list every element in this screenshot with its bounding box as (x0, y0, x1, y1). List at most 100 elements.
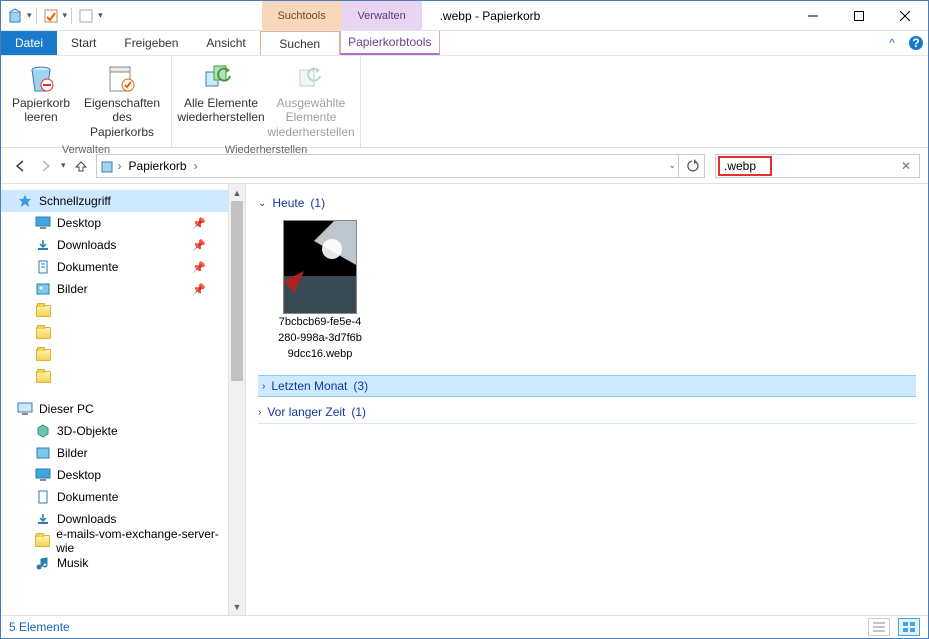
sidebar-item-desktop[interactable]: Desktop (1, 464, 228, 486)
search-input[interactable] (720, 159, 897, 173)
pc-icon (17, 401, 33, 417)
label: Alle Elemente (184, 96, 258, 110)
file-item[interactable]: 7bcbcb69-fe5e-4 280-998a-3d7f6b 9dcc16.w… (268, 220, 372, 361)
search-box[interactable]: ✕ (715, 154, 920, 178)
sidebar-item-desktop[interactable]: Desktop 📌 (1, 212, 228, 234)
svg-text:?: ? (912, 36, 919, 50)
history-dropdown-icon[interactable]: ▾ (61, 160, 66, 171)
label: Vor langer Zeit (267, 405, 345, 419)
restore-all-button[interactable]: Alle Elemente wiederherstellen (176, 58, 266, 143)
folder-icon (35, 369, 51, 385)
qat-customize-icon[interactable]: ▾ (98, 10, 103, 21)
scroll-down-icon[interactable]: ▼ (229, 598, 245, 615)
help-icon[interactable]: ? (904, 31, 928, 55)
chevron-right-icon[interactable]: › (118, 159, 122, 173)
download-icon (35, 511, 51, 527)
close-button[interactable] (882, 1, 928, 30)
qat-dropdown2-icon[interactable]: ▾ (63, 10, 68, 21)
sidebar-item-folder[interactable]: e-mails-vom-exchange-server-wie (1, 530, 228, 552)
clear-search-icon[interactable]: ✕ (897, 159, 915, 173)
scroll-up-icon[interactable]: ▲ (229, 184, 245, 201)
label: Desktop (57, 468, 101, 482)
sidebar-item-folder[interactable] (1, 322, 228, 344)
label: e-mails-vom-exchange-server-wie (56, 527, 228, 555)
sidebar-item-folder[interactable] (1, 344, 228, 366)
address-dropdown-icon[interactable]: ⌄ (668, 160, 676, 171)
properties-icon[interactable] (41, 6, 61, 26)
tab-view[interactable]: Ansicht (192, 31, 259, 55)
ribbon-group-manage: Papierkorb leeren Eigenschaften des Papi… (1, 56, 172, 147)
maximize-button[interactable] (836, 1, 882, 30)
sidebar-item-folder[interactable] (1, 300, 228, 322)
thumbnails-view-button[interactable] (898, 618, 920, 636)
pictures-icon (35, 281, 51, 297)
tab-start[interactable]: Start (57, 31, 110, 55)
minimize-button[interactable] (790, 1, 836, 30)
address-bar[interactable]: › Papierkorb › ⌄ (96, 154, 679, 178)
up-button[interactable] (70, 155, 92, 177)
refresh-button[interactable] (679, 154, 705, 178)
document-icon (35, 259, 51, 275)
filename-line: 7bcbcb69-fe5e-4 (279, 316, 362, 330)
recycle-bin-icon (99, 158, 115, 174)
label: Schnellzugriff (39, 194, 111, 208)
contextual-tabs: Suchtools Verwalten (262, 1, 422, 30)
trash-icon (25, 62, 57, 96)
sidebar-this-pc[interactable]: Dieser PC (1, 398, 228, 420)
empty-recycle-bin-button[interactable]: Papierkorb leeren (5, 58, 77, 143)
tab-recyclebin-tools[interactable]: Papierkorbtools (340, 31, 440, 55)
count: (1) (351, 405, 366, 419)
sidebar-item-pictures[interactable]: Bilder📌 (1, 278, 228, 300)
quick-access-toolbar: ▾ ▾ ▾ (1, 1, 107, 30)
group-header-last-month[interactable]: ›Letzten Monat(3) (258, 375, 916, 397)
sidebar-quick-access[interactable]: Schnellzugriff (1, 190, 228, 212)
sidebar-item-downloads[interactable]: Downloads 📌 (1, 234, 228, 256)
sidebar-item-3d[interactable]: 3D-Objekte (1, 420, 228, 442)
qat-dropdown-icon[interactable]: ▾ (27, 10, 32, 21)
pin-icon: 📌 (192, 239, 206, 252)
label: Downloads (57, 238, 116, 252)
label: wiederherstellen (267, 125, 354, 139)
filename-line: 9dcc16.webp (288, 348, 353, 362)
tab-search[interactable]: Suchen (260, 31, 340, 55)
sidebar-item-folder[interactable] (1, 366, 228, 388)
restore-selected-icon (294, 62, 328, 96)
pin-icon: 📌 (192, 283, 206, 296)
sidebar-item-documents[interactable]: Dokumente (1, 486, 228, 508)
back-button[interactable] (9, 155, 31, 177)
group-header-long-ago[interactable]: › Vor langer Zeit (1) (258, 401, 916, 424)
tab-share[interactable]: Freigeben (110, 31, 192, 55)
label: des Papierkorbs (79, 110, 165, 139)
sidebar-item-documents[interactable]: Dokumente📌 (1, 256, 228, 278)
label: Desktop (57, 216, 101, 230)
chevron-right-icon: › (258, 407, 261, 418)
label: Downloads (57, 512, 116, 526)
pin-icon: 📌 (192, 217, 206, 230)
item-count: 5 Elemente (9, 620, 70, 634)
tab-file[interactable]: Datei (1, 31, 57, 55)
new-window-icon[interactable] (76, 6, 96, 26)
scrollbar[interactable]: ▲ ▼ (228, 184, 245, 615)
scroll-thumb[interactable] (231, 201, 243, 381)
title-bar: ▾ ▾ ▾ Suchtools Verwalten .webp - Papier… (1, 1, 928, 31)
thumbnail (283, 220, 357, 314)
label: 3D-Objekte (57, 424, 118, 438)
forward-button (35, 155, 57, 177)
group-header-today[interactable]: ⌄Heute(1) (258, 192, 916, 214)
sidebar-item-pictures[interactable]: Bilder (1, 442, 228, 464)
cube-icon (35, 423, 51, 439)
details-view-button[interactable] (868, 618, 890, 636)
breadcrumb-root[interactable]: Papierkorb (125, 159, 191, 173)
label: Dokumente (57, 260, 118, 274)
chevron-right-icon[interactable]: › (194, 159, 198, 173)
sidebar-item-music[interactable]: Musik (1, 552, 228, 574)
file-list[interactable]: ⌄Heute(1) 7bcbcb69-fe5e-4 280-998a-3d7f6… (246, 184, 928, 615)
collapse-ribbon-icon[interactable]: ^ (880, 31, 904, 55)
label: wiederherstellen (177, 110, 264, 124)
properties-icon (106, 62, 138, 96)
label: Heute (272, 196, 304, 210)
recycle-bin-icon[interactable] (5, 6, 25, 26)
tree[interactable]: Schnellzugriff Desktop 📌 Downloads 📌 Dokum… (1, 184, 228, 615)
pictures-icon (35, 445, 51, 461)
recycle-bin-properties-button[interactable]: Eigenschaften des Papierkorbs (77, 58, 167, 143)
